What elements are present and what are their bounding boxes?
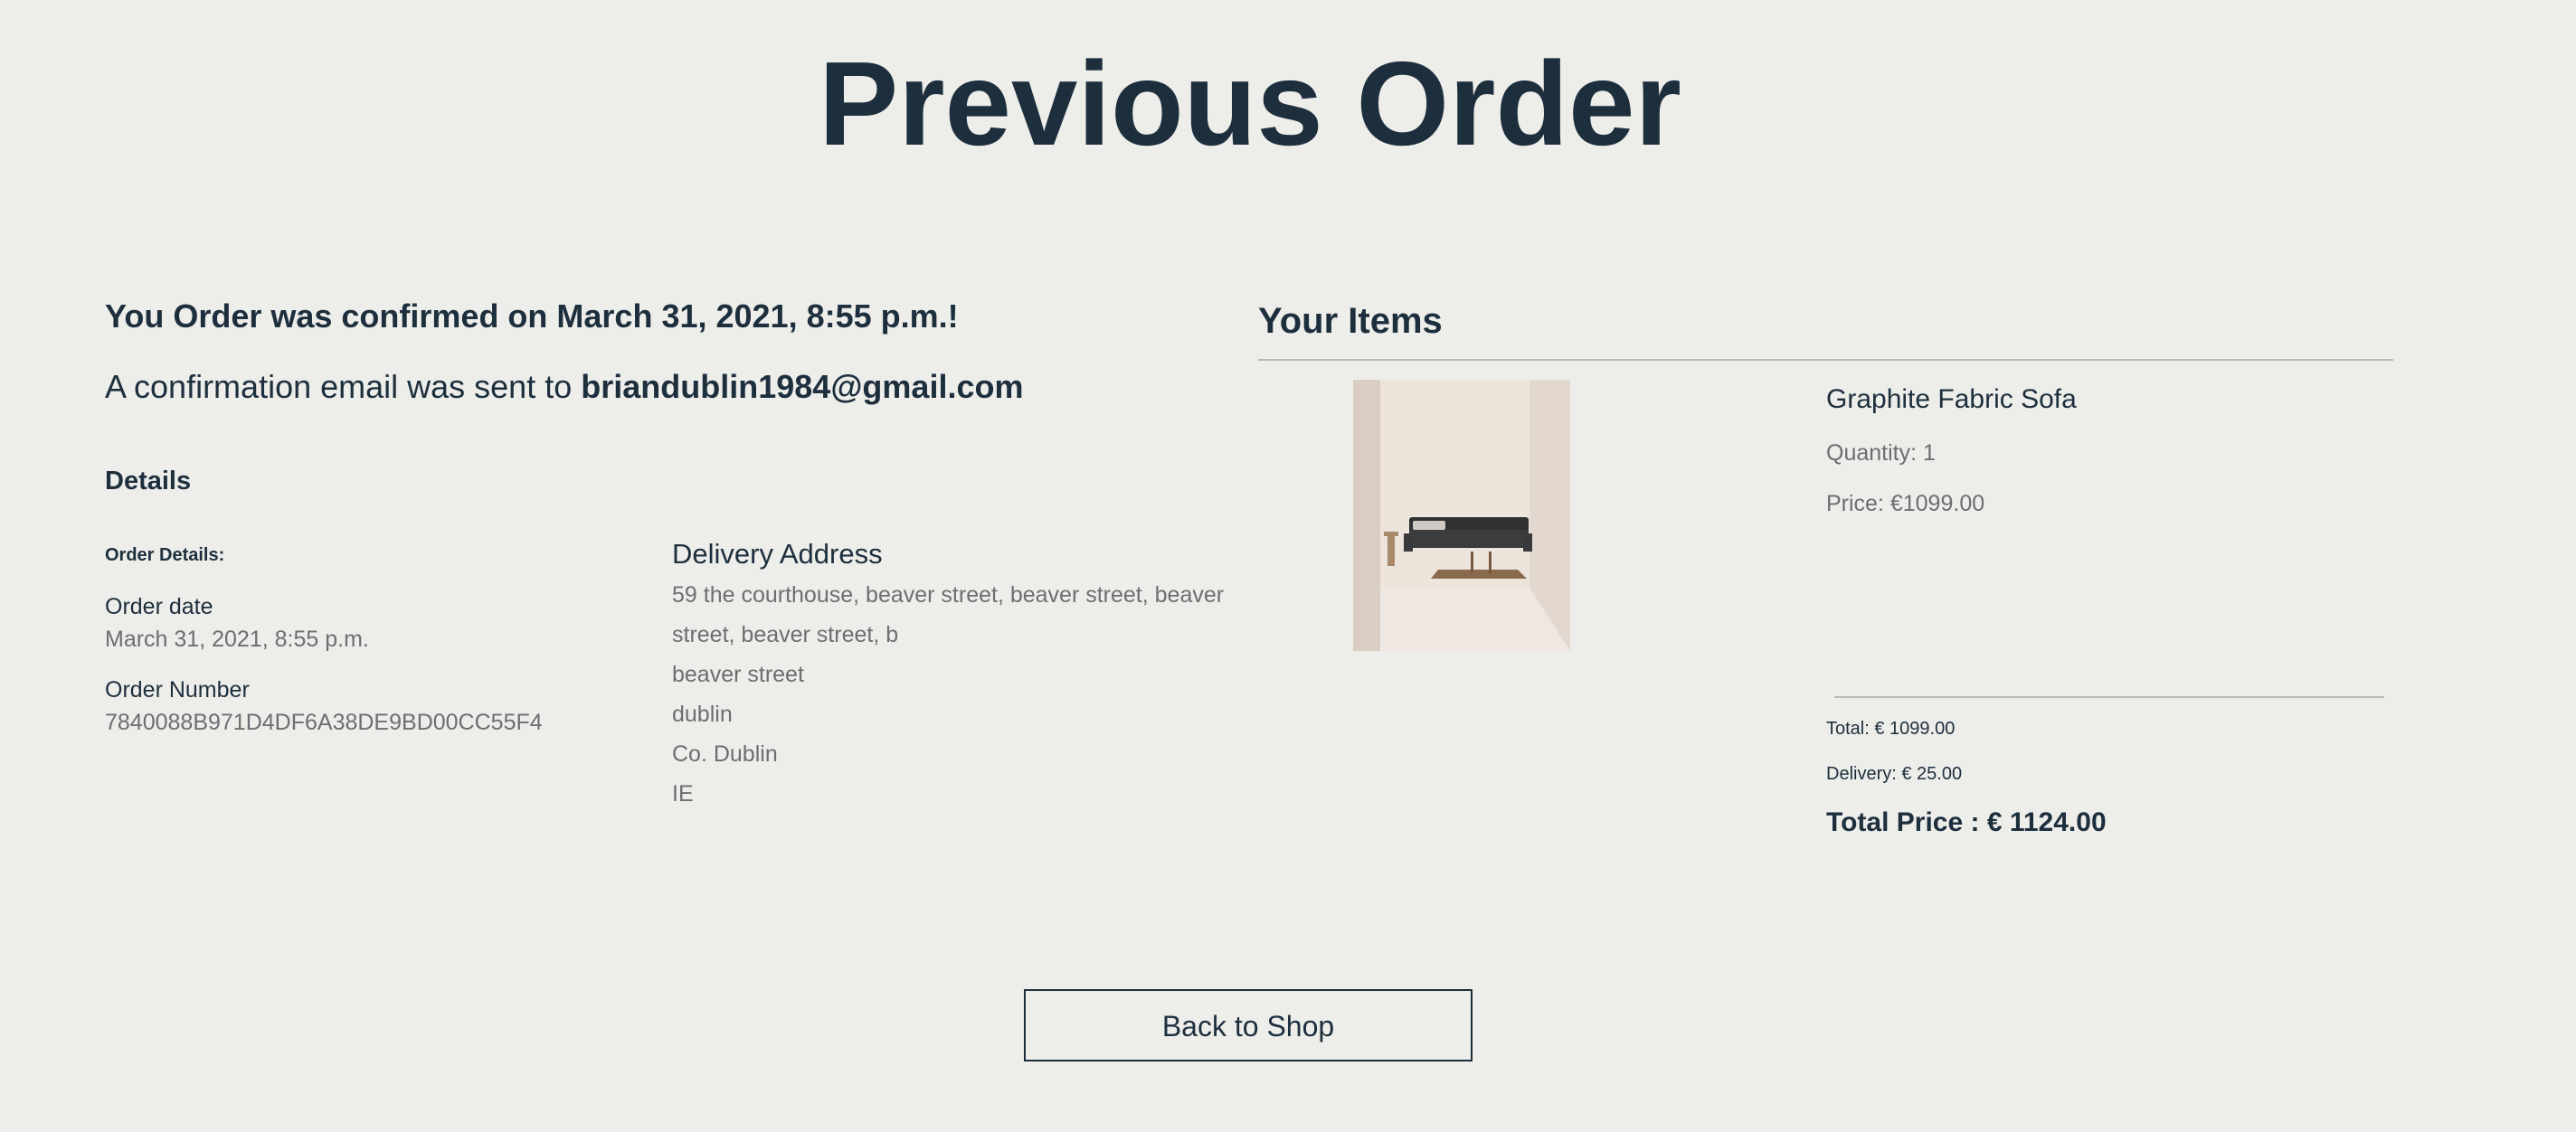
delivery-cost: Delivery: € 25.00: [1826, 764, 1963, 784]
product-image: [1353, 380, 1570, 651]
order-number-value: 7840088B971D4DF6A38DE9BD00CC55F4: [105, 710, 543, 735]
confirmation-email-address: briandublin1984@gmail.com: [581, 368, 1024, 405]
order-number-label: Order Number: [105, 677, 250, 703]
confirmation-email-line: A confirmation email was sent to briandu…: [105, 365, 1023, 409]
product-quantity: Quantity: 1: [1826, 440, 1936, 466]
confirmation-heading: You Order was confirmed on March 31, 202…: [105, 297, 959, 335]
subtotal: Total: € 1099.00: [1826, 719, 1956, 739]
page-title: Previous Order: [819, 37, 1681, 170]
delivery-address: 59 the courthouse, beaver street, beaver…: [672, 575, 1233, 814]
order-details-label: Order Details:: [105, 545, 225, 565]
delivery-address-line: IE: [672, 781, 694, 807]
total-price: Total Price : € 1124.00: [1826, 807, 2107, 837]
confirmation-email-prefix: A confirmation email was sent to: [105, 368, 573, 405]
order-date-value: March 31, 2021, 8:55 p.m.: [105, 627, 369, 652]
totals-divider: [1834, 696, 2384, 698]
your-items-heading: Your Items: [1258, 301, 1443, 341]
items-divider: [1258, 359, 2393, 361]
details-heading: Details: [105, 467, 192, 495]
delivery-address-line: beaver street: [672, 662, 804, 687]
product-price: Price: €1099.00: [1826, 491, 1985, 516]
delivery-address-line: 59 the courthouse, beaver street, beaver…: [672, 582, 1225, 647]
order-date-label: Order date: [105, 594, 213, 619]
delivery-address-line: Co. Dublin: [672, 741, 778, 767]
delivery-address-heading: Delivery Address: [672, 538, 883, 570]
back-to-shop-button[interactable]: Back to Shop: [1024, 989, 1473, 1061]
delivery-address-line: dublin: [672, 702, 733, 727]
product-name: Graphite Fabric Sofa: [1826, 384, 2077, 414]
